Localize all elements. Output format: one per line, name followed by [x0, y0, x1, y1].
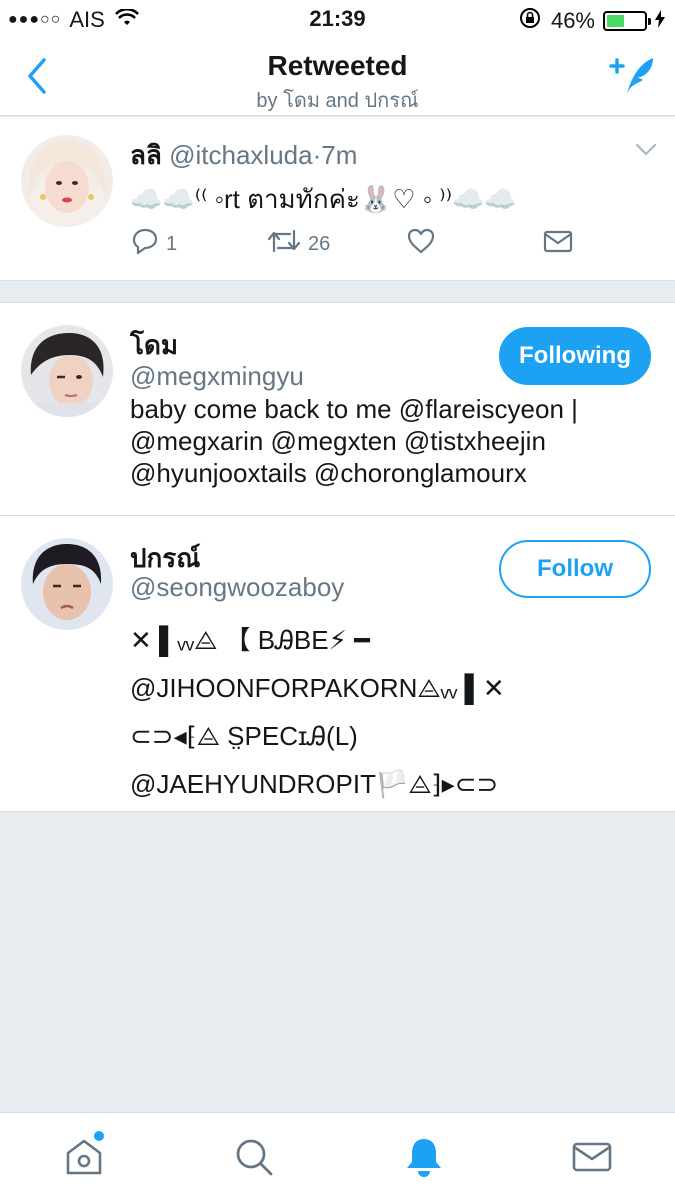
heart-icon	[406, 227, 436, 261]
tab-home[interactable]	[62, 1135, 106, 1179]
page-title: Retweeted	[267, 50, 408, 81]
author-name[interactable]: ลลิ	[130, 140, 162, 170]
author-handle[interactable]: @itchaxluda	[169, 140, 312, 170]
tab-search[interactable]	[232, 1135, 276, 1179]
avatar[interactable]	[21, 538, 113, 630]
compose-tweet-button[interactable]	[609, 54, 657, 98]
bio-line: ✕ ▌ᵥᵥ⨺ 【 BᎯBE⚡ ━	[130, 625, 370, 655]
charging-icon	[655, 8, 665, 34]
navigation-bar: Retweeted by โดม and ปกรณ์	[0, 38, 675, 116]
battery-icon	[603, 11, 651, 31]
user-bio: baby come back to me @flareiscyeon | @me…	[130, 394, 578, 488]
page-subtitle: by โดม and ปกรณ์	[256, 90, 419, 112]
user-bio: ✕ ▌ᵥᵥ⨺ 【 BᎯBE⚡ ━ @JIHOONFORPAKORN⨺ᵥᵥ ▌✕ …	[130, 616, 650, 808]
tweet-actions: 1 26	[130, 227, 650, 271]
avatar[interactable]	[21, 135, 113, 227]
tweet-text: ☁️☁️⁽⁽ ◦rt ตามทักค่ะ🐰♡ ◦ ⁾⁾☁️☁️	[130, 184, 517, 214]
user-handle[interactable]: @seongwoozaboy	[130, 572, 344, 603]
following-button[interactable]: Following	[499, 327, 651, 385]
user-handle[interactable]: @megxmingyu	[130, 361, 304, 392]
home-icon	[62, 1139, 106, 1183]
tweet-time: 7m	[321, 140, 358, 170]
user-name[interactable]: โดม	[130, 325, 178, 366]
reply-icon	[130, 227, 160, 261]
user-card[interactable]: ปกรณ์ @seongwoozaboy ✕ ▌ᵥᵥ⨺ 【 BᎯBE⚡ ━ @J…	[0, 516, 675, 812]
reply-button[interactable]: 1	[130, 227, 177, 261]
retweet-icon	[266, 227, 302, 261]
rotation-lock-icon	[519, 7, 541, 35]
status-bar: ●●●○○ AIS 21:39 46%	[0, 0, 675, 38]
new-content-indicator	[94, 1131, 104, 1141]
tab-messages[interactable]	[570, 1135, 614, 1179]
separator-dot: ·	[312, 140, 322, 170]
like-button[interactable]	[406, 227, 436, 261]
tab-bar	[0, 1112, 675, 1200]
retweet-count: 26	[308, 232, 331, 255]
envelope-icon	[570, 1142, 614, 1183]
bio-line: @JIHOONFORPAKORN⨺ᵥᵥ ▌✕	[130, 673, 505, 703]
battery-percent: 46%	[550, 8, 595, 33]
retweeted-tweet[interactable]: ลลิ @itchaxluda·7m ☁️☁️⁽⁽ ◦rt ตามทักค่ะ🐰…	[0, 117, 675, 281]
reply-count: 1	[166, 232, 178, 255]
retweet-button[interactable]: 26	[266, 227, 330, 261]
bio-line: @JAEHYUNDROPIT🏳️⨺⁆▸⊂⊃	[130, 769, 499, 799]
chevron-down-icon[interactable]	[635, 143, 657, 162]
search-icon	[232, 1139, 276, 1183]
user-card[interactable]: โดม @megxmingyu baby come back to me @fl…	[0, 302, 675, 516]
follow-button[interactable]: Follow	[499, 540, 651, 598]
tab-notifications[interactable]	[402, 1135, 446, 1179]
envelope-icon	[542, 227, 574, 261]
bell-icon	[402, 1139, 446, 1183]
bio-line: ⊂⊃◂⁅⨺ S̤PECɪᎯ(L)	[130, 721, 358, 751]
direct-message-button[interactable]	[542, 227, 574, 261]
tweet-header: ลลิ @itchaxluda·7m	[130, 135, 357, 176]
avatar[interactable]	[21, 325, 113, 417]
